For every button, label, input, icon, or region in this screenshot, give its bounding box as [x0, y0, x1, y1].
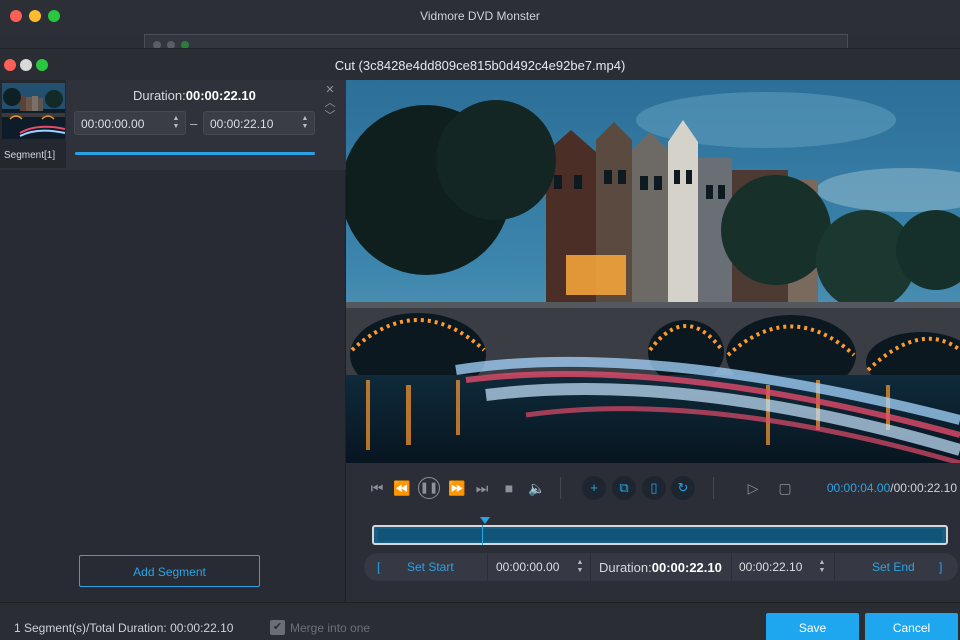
set-end-button[interactable]: Set End [872, 553, 915, 581]
add-icon[interactable]: + [582, 476, 606, 500]
range-dash: – [190, 116, 198, 131]
divider [713, 477, 714, 499]
divider [487, 553, 488, 581]
open-bracket: [ [377, 560, 381, 574]
stepper-down-icon[interactable]: ▼ [575, 567, 585, 575]
trim-start-stepper[interactable]: ▲ ▼ [575, 559, 585, 575]
trim-end-value: 00:00:22.10 [739, 560, 803, 574]
set-start-button[interactable]: Set Start [407, 553, 454, 581]
cut-dialog-title: Cut (3c8428e4dd809ce815b0d492c4e92be7.mp… [334, 58, 626, 73]
divider [590, 553, 591, 581]
checkmark-icon: ✔ [272, 621, 283, 633]
segment-thumbnail [2, 83, 65, 139]
timeline-selection [378, 529, 942, 541]
stepper-up-icon[interactable]: ▲ [817, 559, 827, 567]
frame-back-icon[interactable]: ⏪ [391, 477, 413, 499]
close-icon[interactable]: ✕ [323, 84, 337, 97]
segment-card[interactable]: Segment[1] Duration:00:00:22.10 00:00:00… [0, 80, 346, 170]
segment-duration-label: Duration: [133, 88, 186, 103]
segment-end-field[interactable]: 00:00:22.10 ▲ ▼ [203, 111, 315, 135]
trim-duration: Duration:00:00:22.10 [599, 560, 722, 575]
segment-range-bar [75, 152, 315, 155]
segment-actions: ✕ ︿ ﹀ [323, 84, 337, 123]
background-window [144, 34, 848, 49]
stepper-down-icon[interactable]: ▼ [171, 123, 181, 131]
chevron-down-icon[interactable]: ﹀ [323, 110, 337, 123]
segment-label: Segment[1] [4, 150, 56, 161]
end-stepper[interactable]: ▲ ▼ [300, 115, 310, 131]
segment-duration-value: 00:00:22.10 [185, 88, 256, 103]
current-time: 00:00:04.00 [826, 481, 891, 495]
trim-end-stepper[interactable]: ▲ ▼ [817, 559, 827, 575]
segment-panel: Segment[1] Duration:00:00:22.10 00:00:00… [0, 80, 346, 602]
trim-end-field[interactable]: 00:00:22.10 [739, 553, 829, 581]
playhead-line [482, 525, 483, 545]
set-end-icon[interactable]: ▢ [774, 477, 796, 499]
pause-icon[interactable]: ❚❚ [418, 477, 440, 499]
segment-thumbnail-frame: Segment[1] [0, 80, 66, 168]
app-titlebar: Vidmore DVD Monster [0, 0, 960, 34]
stepper-up-icon[interactable]: ▲ [575, 559, 585, 567]
segment-start-field[interactable]: 00:00:00.00 ▲ ▼ [74, 111, 186, 135]
segment-duration: Duration:00:00:22.10 [133, 88, 256, 103]
total-duration-summary: 1 Segment(s)/Total Duration: 00:00:22.10 [14, 621, 234, 635]
stepper-down-icon[interactable]: ▼ [817, 567, 827, 575]
close-bracket: ] [939, 560, 943, 574]
trim-start-value: 00:00:00.00 [496, 560, 560, 574]
split-icon[interactable]: ⧉ [612, 476, 636, 500]
trim-duration-value: 00:00:22.10 [651, 560, 722, 575]
rotate-icon[interactable]: ↻ [671, 476, 695, 500]
start-stepper[interactable]: ▲ ▼ [171, 115, 181, 131]
set-start-icon[interactable]: ▷ [742, 477, 764, 499]
trim-controls: [ Set Start 00:00:00.00 ▲ ▼ Duration:00:… [364, 553, 958, 581]
app-title: Vidmore DVD Monster [420, 9, 540, 23]
time-readout: 00:00:04.00/00:00:22.10 [827, 481, 957, 495]
segment-start-value: 00:00:00.00 [81, 117, 145, 131]
skip-end-icon[interactable]: ⏭ [471, 477, 493, 499]
copy-icon[interactable]: ▯ [642, 476, 666, 500]
divider [560, 477, 561, 499]
cancel-button[interactable]: Cancel [865, 613, 958, 640]
stepper-up-icon[interactable]: ▲ [300, 115, 310, 123]
add-segment-button[interactable]: Add Segment [79, 555, 260, 587]
total-time: /00:00:22.10 [890, 481, 957, 495]
app-root: Vidmore DVD Monster Cut (3c8428e4dd809ce… [0, 0, 960, 640]
skip-start-icon[interactable]: ⏮ [366, 477, 388, 499]
playhead-marker-icon[interactable] [480, 517, 490, 524]
divider [834, 553, 835, 581]
divider [731, 553, 732, 581]
stop-icon[interactable]: ■ [498, 477, 520, 499]
bottom-bar: 1 Segment(s)/Total Duration: 00:00:22.10… [0, 602, 960, 640]
segment-end-value: 00:00:22.10 [210, 117, 274, 131]
chevron-up-icon[interactable]: ︿ [323, 97, 337, 110]
cut-dialog-titlebar: Cut (3c8428e4dd809ce815b0d492c4e92be7.mp… [0, 48, 960, 80]
save-button[interactable]: Save [766, 613, 859, 640]
stepper-up-icon[interactable]: ▲ [171, 115, 181, 123]
trim-duration-label: Duration: [599, 560, 652, 575]
stepper-down-icon[interactable]: ▼ [300, 123, 310, 131]
frame-forward-icon[interactable]: ⏩ [446, 477, 468, 499]
merge-label: Merge into one [290, 621, 371, 635]
timeline-track[interactable] [372, 517, 948, 545]
volume-icon[interactable]: 🔈 [526, 477, 548, 499]
merge-checkbox[interactable]: ✔ [270, 620, 285, 635]
video-preview [346, 80, 960, 463]
player-controls: ⏮ ⏪ ❚❚ ⏩ ⏭ ■ 🔈 + ⧉ ▯ ↻ ▷ ▢ 00:00:04.00/0… [346, 463, 960, 513]
